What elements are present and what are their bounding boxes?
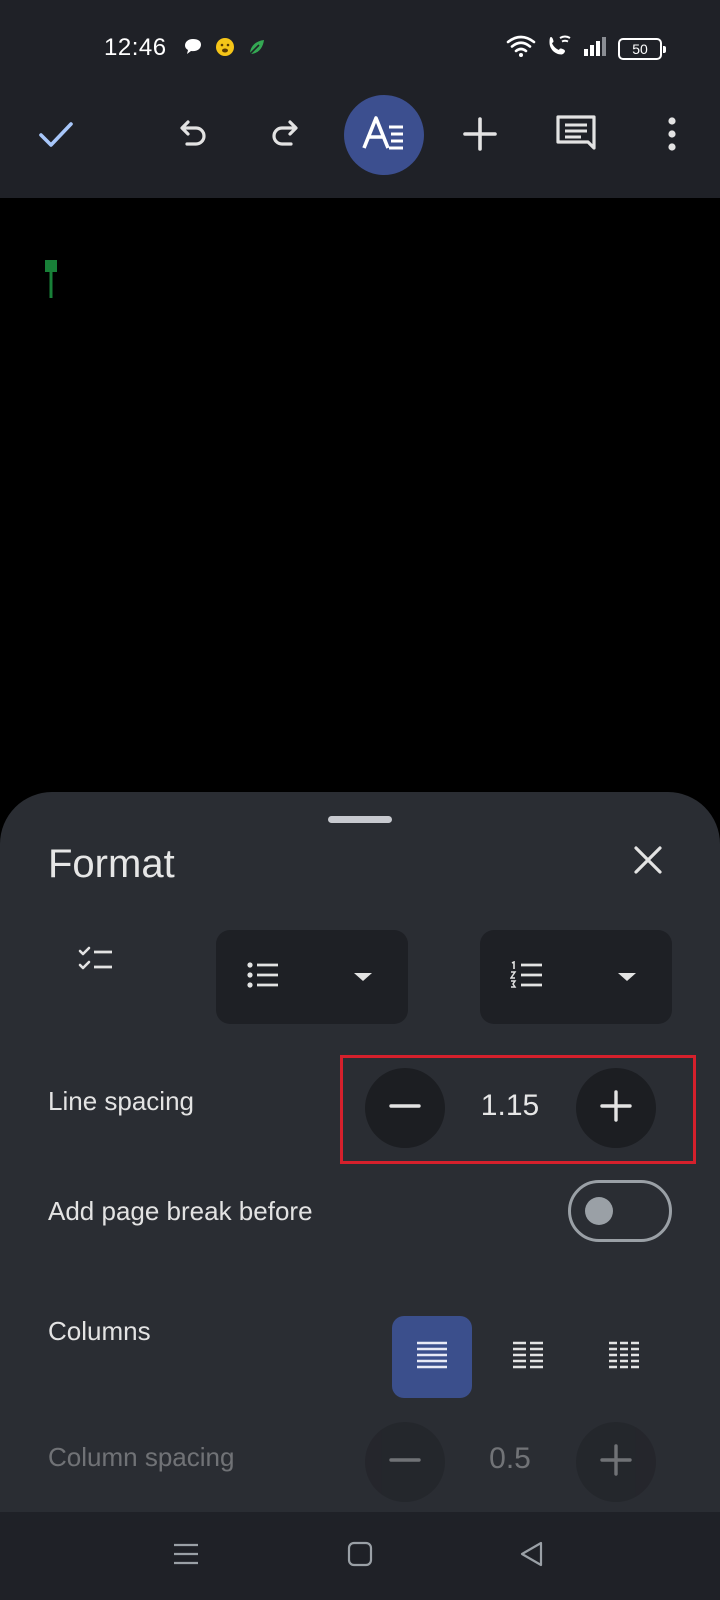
column-spacing-label: Column spacing: [48, 1442, 235, 1472]
chevron-down-icon: [354, 973, 372, 981]
back-button[interactable]: [506, 1530, 558, 1582]
system-icons: 50: [506, 34, 666, 63]
comment-button[interactable]: [536, 96, 616, 176]
done-button[interactable]: [16, 96, 96, 176]
checklist-button[interactable]: [60, 926, 132, 998]
editor-toolbar: [0, 95, 720, 198]
document-canvas[interactable]: [0, 198, 720, 792]
more-options-button[interactable]: [632, 96, 712, 176]
toggle-knob: [585, 1197, 613, 1225]
recent-apps-button[interactable]: [160, 1530, 212, 1582]
chat-bubble-icon: [182, 36, 204, 63]
status-time: 12:46: [104, 34, 167, 61]
notification-icons: [182, 36, 268, 63]
redo-button[interactable]: [246, 96, 326, 176]
undo-button[interactable]: [152, 96, 232, 176]
plus-icon: [600, 1089, 632, 1127]
plus-icon: [600, 1443, 632, 1481]
three-column-icon: [607, 1340, 641, 1375]
add-icon: [462, 116, 498, 157]
text-format-button[interactable]: [344, 95, 424, 175]
format-bottom-sheet: Format Line spacing 1.15 Add page break …: [0, 792, 720, 1512]
one-column-button[interactable]: [392, 1316, 472, 1398]
page-break-toggle[interactable]: [568, 1180, 672, 1242]
column-spacing-decrease-button[interactable]: [365, 1422, 445, 1502]
close-icon: [632, 844, 664, 881]
numbered-list-icon: [509, 960, 544, 994]
emoji-icon: [214, 36, 236, 63]
wifi-icon: [506, 34, 536, 63]
comment-icon: [555, 114, 597, 159]
more-vert-icon: [666, 116, 678, 157]
system-nav-bar: [0, 1512, 720, 1600]
two-column-button[interactable]: [488, 1316, 568, 1398]
text-format-icon: [361, 113, 407, 158]
leaf-icon: [246, 36, 268, 63]
status-bar: 12:46 50: [0, 0, 720, 96]
redo-icon: [268, 116, 304, 157]
minus-icon: [389, 1090, 421, 1127]
bulleted-list-dropdown[interactable]: [216, 930, 408, 1024]
sheet-title: Format: [48, 842, 175, 886]
home-button[interactable]: [334, 1530, 386, 1582]
insert-button[interactable]: [440, 96, 520, 176]
checklist-icon: [78, 945, 114, 980]
line-spacing-value: 1.15: [480, 1089, 540, 1122]
two-column-icon: [511, 1340, 545, 1375]
column-spacing-value: 0.5: [489, 1442, 531, 1475]
bulleted-list-icon: [246, 961, 280, 994]
signal-icon: [582, 35, 608, 62]
page-break-label: Add page break before: [48, 1196, 313, 1226]
close-button[interactable]: [622, 836, 674, 888]
line-spacing-label: Line spacing: [48, 1086, 194, 1116]
minus-icon: [389, 1444, 421, 1481]
column-spacing-increase-button[interactable]: [576, 1422, 656, 1502]
columns-label: Columns: [48, 1316, 151, 1346]
check-icon: [36, 114, 76, 159]
back-icon: [519, 1541, 545, 1572]
text-cursor[interactable]: [44, 260, 58, 303]
undo-icon: [174, 116, 210, 157]
three-column-button[interactable]: [584, 1316, 664, 1398]
numbered-list-dropdown[interactable]: [480, 930, 672, 1024]
home-icon: [347, 1541, 373, 1572]
line-spacing-increase-button[interactable]: [576, 1068, 656, 1148]
line-spacing-decrease-button[interactable]: [365, 1068, 445, 1148]
one-column-icon: [415, 1340, 449, 1375]
battery-icon: 50: [618, 37, 666, 60]
chevron-down-icon: [618, 973, 636, 981]
menu-icon: [172, 1542, 200, 1571]
drag-handle[interactable]: [328, 816, 392, 823]
wifi-call-icon: [546, 34, 572, 63]
